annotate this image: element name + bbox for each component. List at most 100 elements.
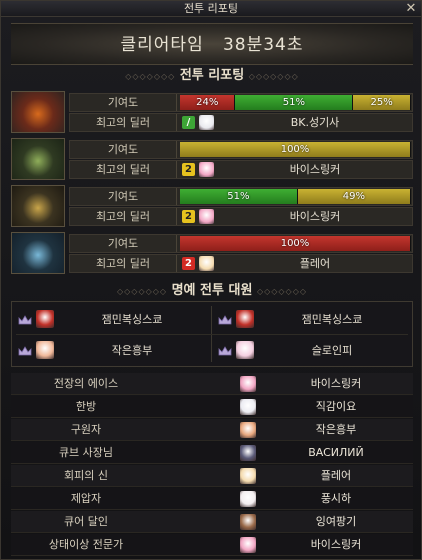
- battle-report-window: 전투 리포팅 ✕ 클리어타임 38분34초 ◇◇◇◇◇◇◇ 전투 리포팅 ◇◇◇…: [0, 0, 422, 560]
- top-dealer-name[interactable]: 플레어: [220, 256, 410, 271]
- award-row: 상태이상 전문가 바이스링커: [11, 534, 413, 556]
- contribution-segment: 49%: [297, 189, 411, 204]
- character-avatar-icon[interactable]: [199, 115, 214, 130]
- character-avatar-icon[interactable]: [199, 162, 214, 177]
- top-dealer-label: 최고의 딜러: [70, 208, 177, 225]
- contribution-row: 기여도 24% 51% 25%: [69, 93, 413, 112]
- award-title: 제압자: [70, 492, 102, 505]
- close-icon[interactable]: ✕: [404, 1, 418, 16]
- contribution-row: 기여도 100%: [69, 140, 413, 159]
- award-winner-name[interactable]: 직감이요: [266, 396, 406, 418]
- character-avatar-icon[interactable]: [236, 341, 254, 359]
- character-avatar-icon[interactable]: [199, 209, 214, 224]
- honor-header: ◇◇◇◇◇◇◇ 명예 전투 대원 ◇◇◇◇◇◇◇: [11, 281, 413, 301]
- honor-member[interactable]: 작은흥부: [14, 337, 208, 364]
- award-winner-name[interactable]: 바이스링커: [266, 534, 406, 556]
- crown-icon: [218, 315, 232, 325]
- top-dealer-info: 2 플레어: [180, 256, 411, 271]
- award-winner-name[interactable]: 풍시하: [266, 488, 406, 510]
- character-avatar-icon[interactable]: [240, 514, 256, 530]
- header-ornament-right-icon: ◇◇◇◇◇◇◇: [256, 287, 308, 296]
- rank-badge-icon: 2: [182, 257, 195, 270]
- contribution-segment: 25%: [353, 95, 411, 110]
- award-title: 상태이상 전문가: [48, 538, 124, 551]
- honor-member-name[interactable]: 작은흥부: [62, 337, 202, 364]
- top-dealer-row: 최고의 딜러 2 바이스링커: [69, 207, 413, 226]
- header-ornament-left-icon: ◇◇◇◇◇◇◇: [125, 72, 176, 81]
- top-dealer-name[interactable]: BK.성기사: [220, 115, 410, 130]
- honor-divider-horizontal: [16, 334, 408, 335]
- contribution-segment: 51%: [180, 189, 298, 204]
- contribution-row: 기여도 100%: [69, 234, 413, 253]
- dungeon-row: 기여도 51% 49% 최고의 딜러 2 바이스링커: [11, 185, 413, 229]
- boss-portrait-icon: [12, 92, 64, 132]
- contribution-segment: 100%: [180, 236, 411, 251]
- award-row: 구원자 작은흥부: [11, 419, 413, 441]
- contribution-bar: 51% 49%: [180, 189, 411, 204]
- character-avatar-icon[interactable]: [199, 256, 214, 271]
- top-dealer-row: 최고의 딜러 / BK.성기사: [69, 113, 413, 132]
- award-row: 한방 직감이요: [11, 396, 413, 418]
- contribution-label: 기여도: [70, 94, 177, 111]
- top-dealer-name[interactable]: 바이스링커: [220, 209, 410, 224]
- contribution-segment: 100%: [180, 142, 411, 157]
- rank-badge-icon: /: [182, 116, 195, 129]
- clear-time-banner: 클리어타임 38분34초: [11, 23, 413, 65]
- dungeon-row: 기여도 100% 최고의 딜러 2 플레어: [11, 232, 413, 276]
- character-avatar-icon[interactable]: [36, 341, 54, 359]
- window-titlebar[interactable]: 전투 리포팅 ✕: [1, 1, 421, 17]
- boss-portrait-icon: [12, 186, 64, 226]
- award-winner-name[interactable]: 작은흥부: [266, 419, 406, 441]
- award-title: 회피의 신: [64, 469, 108, 482]
- contribution-label: 기여도: [70, 188, 177, 205]
- honor-member-name[interactable]: 슬로인피: [262, 337, 402, 364]
- award-row: 큐브 사장님 BACИЛИЙ: [11, 442, 413, 464]
- character-avatar-icon[interactable]: [240, 422, 256, 438]
- crown-icon: [18, 346, 32, 356]
- honor-title: 명예 전투 대원: [171, 283, 253, 298]
- award-winner-name[interactable]: 플레어: [266, 465, 406, 487]
- honor-member[interactable]: 잼민복싱스쿄: [214, 306, 408, 333]
- awards-list: 전장의 에이스 바이스링커 한방 직감이요 구원자 작은흥부 큐브 사장님 BACИЛИЙ 회피…: [11, 373, 413, 559]
- battle-report-title: 전투 리포팅: [179, 68, 245, 83]
- honor-member-name[interactable]: 잼민복싱스쿄: [62, 306, 202, 333]
- honor-member[interactable]: 슬로인피: [214, 337, 408, 364]
- top-dealer-name[interactable]: 바이스링커: [220, 162, 410, 177]
- character-avatar-icon[interactable]: [240, 491, 256, 507]
- character-avatar-icon[interactable]: [36, 310, 54, 328]
- dungeon-boss-thumbnail: [11, 138, 65, 180]
- honor-member-name[interactable]: 잼민복싱스쿄: [262, 306, 402, 333]
- dungeon-boss-thumbnail: [11, 185, 65, 227]
- award-winner-name[interactable]: 바이스링커: [266, 373, 406, 395]
- award-title: 큐어 달인: [64, 515, 108, 528]
- character-avatar-icon[interactable]: [240, 399, 256, 415]
- contribution-row: 기여도 51% 49%: [69, 187, 413, 206]
- character-avatar-icon[interactable]: [236, 310, 254, 328]
- award-title: 구원자: [70, 423, 102, 436]
- character-avatar-icon[interactable]: [240, 376, 256, 392]
- character-avatar-icon[interactable]: [240, 537, 256, 553]
- award-winner-name[interactable]: BACИЛИЙ: [266, 442, 406, 464]
- character-avatar-icon[interactable]: [240, 468, 256, 484]
- crown-icon: [18, 315, 32, 325]
- rank-badge-icon: 2: [182, 210, 195, 223]
- honor-members-panel: 잼민복싱스쿄 잼민복싱스쿄작은흥부 슬로인피: [11, 301, 413, 367]
- character-avatar-icon[interactable]: [240, 445, 256, 461]
- clear-time-label: 클리어타임: [120, 35, 204, 55]
- award-winner-name[interactable]: 잉여팡기: [266, 511, 406, 533]
- award-title: 한방: [75, 400, 97, 413]
- top-dealer-info: 2 바이스링커: [180, 209, 411, 224]
- top-dealer-label: 최고의 딜러: [70, 255, 177, 272]
- top-dealer-row: 최고의 딜러 2 플레어: [69, 254, 413, 273]
- boss-portrait-icon: [12, 233, 64, 273]
- top-dealer-label: 최고의 딜러: [70, 114, 177, 131]
- honor-member[interactable]: 잼민복싱스쿄: [14, 306, 208, 333]
- crown-icon: [218, 346, 232, 356]
- battle-report-header: ◇◇◇◇◇◇◇ 전투 리포팅 ◇◇◇◇◇◇◇: [11, 66, 413, 86]
- dungeon-row: 기여도 100% 최고의 딜러 2 바이스링커: [11, 138, 413, 182]
- rank-badge-icon: 2: [182, 163, 195, 176]
- top-dealer-row: 최고의 딜러 2 바이스링커: [69, 160, 413, 179]
- window-title: 전투 리포팅: [183, 2, 239, 15]
- clear-time-value: 38분34초: [222, 35, 304, 55]
- contribution-bar: 24% 51% 25%: [180, 95, 411, 110]
